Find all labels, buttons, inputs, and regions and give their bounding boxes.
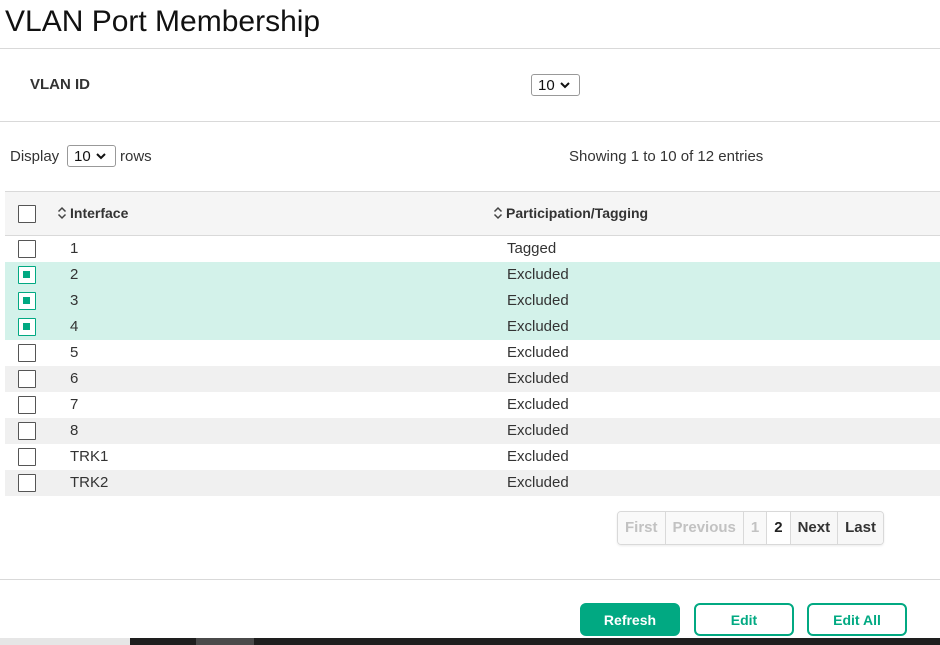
participation-cell: Excluded — [507, 448, 569, 465]
participation-cell: Excluded — [507, 292, 569, 309]
vlan-id-label: VLAN ID — [30, 76, 90, 93]
interface-cell: TRK2 — [70, 474, 109, 491]
table-body: 1 Tagged 2 Excluded 3 Excluded 4 Exclude… — [5, 236, 940, 496]
chevron-down-icon — [559, 82, 570, 89]
refresh-button[interactable]: Refresh — [580, 603, 680, 636]
table-row[interactable]: 3 Excluded — [5, 288, 940, 314]
vlan-id-select[interactable]: 10 — [531, 74, 580, 96]
bottom-bar — [130, 638, 940, 645]
table-header: Interface Participation/Tagging — [5, 191, 940, 236]
edit-all-button[interactable]: Edit All — [807, 603, 907, 636]
column-header-participation-label: Participation/Tagging — [506, 205, 649, 221]
page-1-button[interactable]: 1 — [743, 512, 768, 544]
vlan-id-value: 10 — [538, 76, 555, 94]
select-all-checkbox[interactable] — [18, 205, 36, 223]
interface-cell: 3 — [70, 292, 79, 309]
interface-cell: 1 — [70, 240, 79, 257]
row-checkbox[interactable] — [18, 318, 36, 336]
column-header-interface-label: Interface — [70, 205, 129, 221]
bottom-strip — [0, 638, 130, 645]
pagination: First Previous 1 2 Next Last — [617, 511, 884, 545]
interface-cell: 4 — [70, 318, 79, 335]
interface-cell: 7 — [70, 396, 79, 413]
last-page-button[interactable]: Last — [838, 512, 883, 544]
table-row[interactable]: 7 Excluded — [5, 392, 940, 418]
participation-cell: Tagged — [507, 240, 557, 257]
sort-icon — [493, 206, 503, 220]
participation-cell: Excluded — [507, 318, 569, 335]
rows-label: rows — [120, 148, 152, 165]
previous-page-button[interactable]: Previous — [665, 512, 744, 544]
column-header-interface[interactable]: Interface — [57, 205, 128, 221]
divider — [0, 48, 940, 49]
row-checkbox[interactable] — [18, 396, 36, 414]
rows-per-page-select[interactable]: 10 — [67, 145, 116, 167]
interface-cell: 2 — [70, 266, 79, 283]
chevron-down-icon — [95, 153, 106, 160]
first-page-button[interactable]: First — [618, 512, 666, 544]
table-row[interactable]: 2 Excluded — [5, 262, 940, 288]
page-title: VLAN Port Membership — [5, 5, 321, 38]
row-checkbox[interactable] — [18, 240, 36, 258]
table-row[interactable]: 1 Tagged — [5, 236, 940, 262]
table-row[interactable]: 8 Excluded — [5, 418, 940, 444]
table-row[interactable]: TRK2 Excluded — [5, 470, 940, 496]
divider — [0, 579, 940, 580]
row-checkbox[interactable] — [18, 448, 36, 466]
interface-cell: TRK1 — [70, 448, 109, 465]
page-2-button[interactable]: 2 — [767, 512, 791, 544]
participation-cell: Excluded — [507, 370, 569, 387]
row-checkbox[interactable] — [18, 370, 36, 388]
participation-cell: Excluded — [507, 266, 569, 283]
display-label: Display — [10, 148, 60, 165]
table-row[interactable]: TRK1 Excluded — [5, 444, 940, 470]
rows-per-page-value: 10 — [74, 147, 91, 165]
bottom-bar-segment — [196, 638, 254, 645]
interface-cell: 5 — [70, 344, 79, 361]
row-checkbox[interactable] — [18, 292, 36, 310]
entries-info: Showing 1 to 10 of 12 entries — [569, 148, 764, 165]
edit-button[interactable]: Edit — [694, 603, 794, 636]
participation-cell: Excluded — [507, 474, 569, 491]
table-row[interactable]: 6 Excluded — [5, 366, 940, 392]
interface-cell: 8 — [70, 422, 79, 439]
row-checkbox[interactable] — [18, 344, 36, 362]
row-checkbox[interactable] — [18, 422, 36, 440]
participation-cell: Excluded — [507, 422, 569, 439]
next-page-button[interactable]: Next — [790, 512, 839, 544]
vlan-membership-table: Interface Participation/Tagging 1 Tagged… — [5, 191, 940, 496]
table-row[interactable]: 5 Excluded — [5, 340, 940, 366]
row-checkbox[interactable] — [18, 266, 36, 284]
table-row[interactable]: 4 Excluded — [5, 314, 940, 340]
divider — [0, 121, 940, 122]
row-checkbox[interactable] — [18, 474, 36, 492]
participation-cell: Excluded — [507, 344, 569, 361]
sort-icon — [57, 206, 67, 220]
participation-cell: Excluded — [507, 396, 569, 413]
interface-cell: 6 — [70, 370, 79, 387]
column-header-participation[interactable]: Participation/Tagging — [493, 205, 648, 221]
